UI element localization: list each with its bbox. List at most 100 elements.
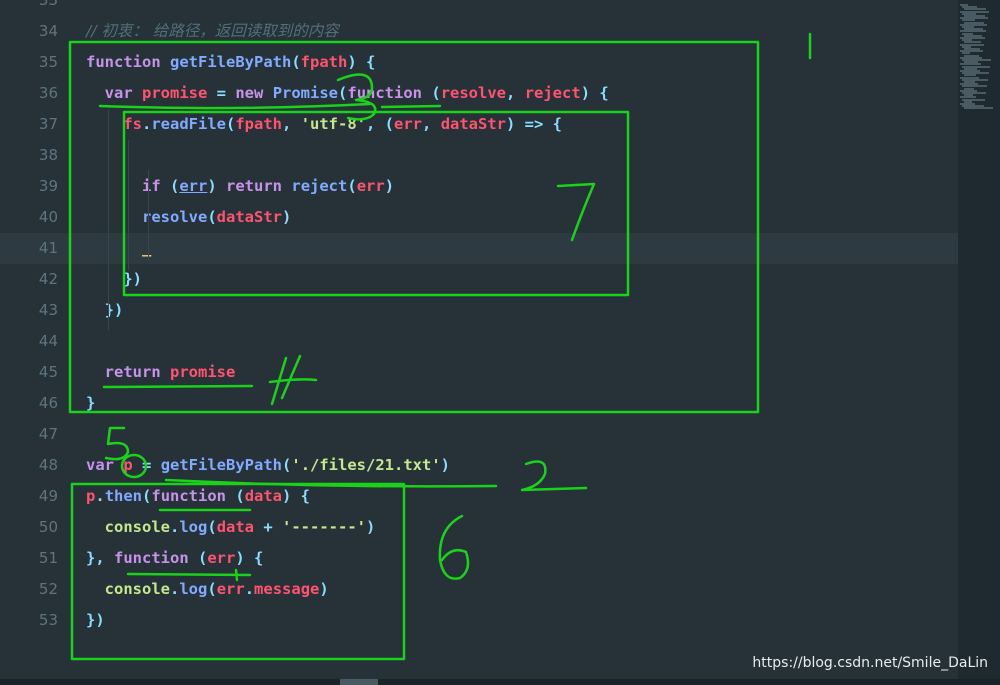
code-token: data [244,487,283,505]
code-token: p [123,456,133,474]
code-token: ) [207,177,227,195]
code-line[interactable]: 44 [0,326,958,357]
code-line[interactable]: 53}) [0,605,958,636]
code-token: ( [226,115,236,133]
code-token: p [86,487,96,505]
indent-guide [148,170,149,260]
code-token: ( [160,177,180,195]
code-line[interactable]: 37 fs.readFile(fpath, 'utf-8', (err, dat… [0,109,958,140]
code-text: p.then(function (data) { [86,481,310,512]
code-token: ( [207,208,217,226]
code-line[interactable]: 47 [0,419,958,450]
code-line[interactable]: 46} [0,388,958,419]
code-line[interactable]: 33 [0,0,958,16]
code-token: new [235,84,264,102]
line-number: 35 [38,53,58,71]
code-line[interactable]: 52 console.log(err.message) [0,574,958,605]
code-token: // 初衷： 给路径，返回读取到的内容 [86,22,339,40]
code-token: } [86,394,96,412]
code-token: readFile [151,115,226,133]
minimap[interactable] [958,0,1000,685]
code-line[interactable]: 40 resolve(dataStr) [0,202,958,233]
code-token: }) [86,611,105,629]
code-token: console [104,580,170,598]
code-token: . [170,518,180,536]
code-token: , ( [366,115,395,133]
watermark-text: https://blog.csdn.net/Smile_DaLin [752,655,988,671]
code-line[interactable]: 45 return promise [0,357,958,388]
scrollbar-thumb[interactable] [340,679,378,685]
code-token: function [86,53,161,71]
code-token: , [506,84,525,102]
code-token: err [179,177,208,195]
code-text: }) [86,295,124,326]
code-token: promise [170,363,236,381]
code-line[interactable]: 39 if (err) return reject(err) [0,171,958,202]
code-token: './files/21.txt' [291,456,441,474]
code-token: . [170,580,180,598]
code-token: return [226,177,283,195]
code-token: err [207,549,236,567]
code-token: ( [207,518,217,536]
code-text: // 初衷： 给路径，返回读取到的内容 [86,16,339,47]
code-line[interactable]: 43 }) [0,295,958,326]
code-line[interactable]: 42 }) [0,264,958,295]
code-token: ( [188,549,208,567]
line-number: 51 [38,549,58,567]
line-number: 37 [38,115,58,133]
code-text: }) [86,264,142,295]
line-number: 40 [38,208,58,226]
code-token: err [356,177,385,195]
code-line[interactable]: 41 _ [0,233,958,264]
code-line[interactable]: 34 // 初衷： 给路径，返回读取到的内容 [0,16,958,47]
horizontal-scrollbar[interactable] [0,679,1000,685]
line-number: 44 [38,332,58,350]
line-number: 39 [38,177,58,195]
line-number: 53 [38,611,58,629]
code-line[interactable]: 49 p.then(function (data) { [0,481,958,512]
code-line[interactable]: 35 function getFileByPath(fpath) { [0,47,958,78]
line-number: 47 [38,425,58,443]
code-line[interactable]: 38 [0,140,958,171]
code-token: '-------' [282,518,367,536]
line-number: 46 [38,394,58,412]
code-token: , [422,115,441,133]
code-token: fpath [235,115,283,133]
code-token: ( [291,53,301,71]
code-token: var [104,84,133,102]
code-text: }) [86,605,105,636]
line-number: 43 [38,301,58,319]
code-token: data [216,518,255,536]
code-token: }, [86,549,114,567]
code-line[interactable]: 48 var p = getFileByPath('./files/21.txt'… [0,450,958,481]
code-token: message [254,580,320,598]
code-text: console.log(data + '-------') [86,512,376,543]
line-number: 41 [38,239,58,257]
code-text: console.log(err.message) [86,574,329,605]
code-editor[interactable]: 33 34 // 初衷： 给路径，返回读取到的内容 35 function getFil… [0,0,958,685]
code-token: ) [366,518,376,536]
line-number: 45 [38,363,58,381]
code-token: fs [123,115,142,133]
line-number: 49 [38,487,58,505]
line-number: 52 [38,580,58,598]
code-token: ( [226,487,245,505]
code-token: ) [319,580,329,598]
code-token: reject [291,177,348,195]
code-token: getFileByPath [160,456,283,474]
code-token: function [151,487,227,505]
code-token: . [95,487,105,505]
code-line[interactable]: 36 var promise = new Promise(function (r… [0,78,958,109]
code-line[interactable]: 50 console.log(data + '-------') [0,512,958,543]
code-line[interactable]: 51}, function (err) { [0,543,958,574]
indent-guide [108,110,109,330]
